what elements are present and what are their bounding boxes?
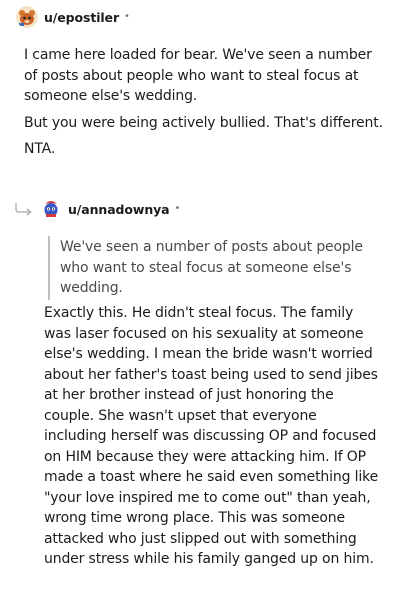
username[interactable]: u/annadownya xyxy=(68,202,170,217)
reply-body: Exactly this. He didn't steal focus. The… xyxy=(44,305,379,567)
comment-paragraph-3: NTA. xyxy=(24,141,56,157)
username[interactable]: u/epostiler xyxy=(44,10,119,25)
comment-paragraph-2: But you were being actively bullied. Tha… xyxy=(24,115,383,131)
reply-author-row: u/annadownya • xyxy=(40,198,180,220)
snoo-avatar-icon[interactable] xyxy=(16,6,38,28)
quote-text: We've seen a number of posts about peopl… xyxy=(60,239,363,296)
reply-arrow-icon xyxy=(15,203,32,216)
top-comment-author-row: u/epostiler • xyxy=(16,6,130,28)
blockquote: We've seen a number of posts about peopl… xyxy=(48,236,378,300)
comment-paragraph-1: I came here loaded for bear. We've seen … xyxy=(24,47,372,104)
separator-dot: • xyxy=(124,10,130,22)
separator-dot: • xyxy=(174,202,181,214)
snoo-avatar-icon[interactable] xyxy=(40,198,62,220)
